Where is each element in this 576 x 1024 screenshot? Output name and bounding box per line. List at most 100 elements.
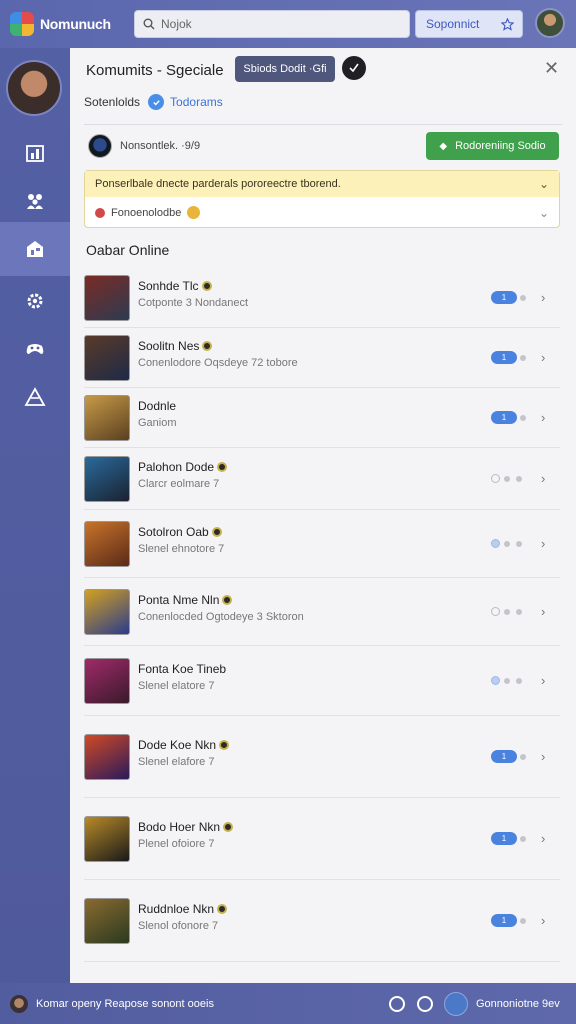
list-item-subtitle: Conenlodore Oqsdeye 72 tobore [138,357,298,369]
panel-title: Komumits - Sgeciale [86,62,224,79]
chevron-right-icon[interactable]: › [541,831,545,846]
member-summary: Nonsontlek. ·9/9 [88,134,200,158]
top-action-button[interactable]: Soponnict [415,10,523,38]
chevron-right-icon[interactable]: › [541,673,545,688]
community-panel: Komumits - Sgeciale Sbiods Dodit ·Gfi ✕ … [70,48,576,983]
bottom-status-text: Komar openy Reapose sonont ooeis [36,997,214,1010]
game-badge-icon [217,904,228,914]
member-list: Sonhde Tlc Cotponte 3 Nondanect 1 › Soolitn … [84,268,560,962]
list-item-title: Sotolron Oab [138,525,222,539]
sidebar-item-explore[interactable] [0,370,70,424]
list-item[interactable]: Soolitn Nes Conenlodore Oqsdeye 72 tobore… [84,328,560,388]
sidebar-item-games[interactable] [0,322,70,376]
list-item[interactable]: Ponta Nme Nln Conenlocded Ogtodeye 3 Skto… [84,578,560,646]
game-badge-icon [219,740,230,750]
list-item-subtitle: Slenel ehnotore 7 [138,543,225,555]
app-name: Nomunuch [40,16,111,32]
status-dot [520,355,526,361]
bottom-bar: Komar openy Reapose sonont ooeis Gonnoni… [0,983,576,1024]
panel-sublink[interactable]: Todorams [170,95,223,109]
chevron-right-icon[interactable]: › [541,749,545,764]
list-item-title: Palohon Dode [138,460,228,474]
panel-pill-button[interactable]: Sbiods Dodit ·Gfi [235,56,335,82]
profile-avatar[interactable] [6,60,62,116]
list-item[interactable]: Ruddnloe Nkn Slenol ofonore 7 1 › [84,880,560,962]
list-item-thumbnail [84,395,130,441]
chevron-right-icon[interactable]: › [541,536,545,551]
bottom-right-text: Gonnoniotne 9ev [476,997,560,1010]
search-input[interactable] [161,17,401,31]
notice-text: Ponserlbale dnecte parderals pororeectre… [95,178,341,190]
chevron-down-icon[interactable]: ⌄ [539,206,549,220]
chevron-right-icon[interactable]: › [541,290,545,305]
count-badge: 1 [491,411,517,424]
chevron-right-icon[interactable]: › [541,471,545,486]
list-item-title: Bodo Hoer Nkn [138,820,234,834]
list-item[interactable]: Sotolron Oab Slenel ehnotore 7 › [84,510,560,578]
list-item[interactable]: Palohon Dode Clarcr eolmare 7 › [84,448,560,510]
join-button[interactable]: ◆ Rodoreniing Sodio [426,132,559,160]
list-item-subtitle: Ganiom [138,417,177,429]
bottom-avatar[interactable] [10,994,28,1013]
list-item[interactable]: Dode Koe Nkn Slenel elafore 7 1 › [84,716,560,798]
count-badge: 1 [491,351,517,364]
triangle-icon [24,387,46,406]
chevron-right-icon[interactable]: › [541,350,545,365]
list-item-thumbnail [84,589,130,635]
sidebar-item-community[interactable] [0,222,70,276]
list-item-thumbnail [84,734,130,780]
alert-icon [95,207,105,218]
list-item-subtitle: Slenel elatore 7 [138,680,215,692]
app-brand[interactable]: Nomunuch [0,12,130,36]
edit-icon[interactable] [417,996,433,1012]
list-item[interactable]: Dodnle Ganiom 1 › [84,388,560,448]
top-bar: Nomunuch Soponnict [0,0,576,48]
list-item-name: Dodnle [138,399,177,413]
game-badge-icon [222,595,233,605]
status-ring [491,539,500,548]
user-avatar[interactable] [535,8,565,38]
list-item-subtitle: Conenlocded Ogtodeye 3 Sktoron [138,611,304,623]
status-ring [491,474,500,483]
list-item-thumbnail [84,521,130,567]
chevron-right-icon[interactable]: › [541,913,545,928]
list-item-thumbnail [84,898,130,944]
close-icon[interactable]: ✕ [544,58,559,79]
chevron-right-icon[interactable]: › [541,410,545,425]
list-item-name: Bodo Hoer Nkn [138,820,221,834]
game-badge-icon [217,462,228,472]
list-item[interactable]: Bodo Hoer Nkn Plenel ofoiore 7 1 › [84,798,560,880]
panel-mark-icon[interactable] [342,56,366,80]
people-icon [27,194,43,209]
status-dot [520,918,526,924]
list-item[interactable]: Fonta Koe Tineb Slenel elatore 7 › [84,646,560,716]
list-item-name: Dode Koe Nkn [138,738,217,752]
sidebar-item-stats[interactable] [0,126,70,180]
divider [84,124,562,125]
search-box[interactable] [134,10,410,38]
notice-detail[interactable]: Fonoenolodbe ⌄ [85,197,559,228]
status-dot [504,609,510,615]
status-circle-icon[interactable] [444,992,468,1016]
chevron-down-icon[interactable]: ⌄ [539,177,549,191]
list-item-name: Sonhde Tlc [138,279,199,293]
sidebar [0,48,70,983]
chevron-right-icon[interactable]: › [541,604,545,619]
gamepad-icon [26,344,44,354]
section-title: Oabar Online [86,242,170,258]
sidebar-item-settings[interactable] [0,274,70,328]
status-dot [516,476,522,482]
status-ring [491,607,500,616]
list-item-title: Dodnle [138,399,176,413]
smile-icon [187,206,201,219]
list-item-thumbnail [84,335,130,381]
sidebar-item-friends[interactable] [0,174,70,228]
notice-header[interactable]: Ponserlbale dnecte parderals pororeectre… [85,171,559,197]
help-icon[interactable] [389,996,405,1012]
panel-subtitle: Sotenlolds [84,95,141,109]
list-item-name: Soolitn Nes [138,339,200,353]
list-item[interactable]: Sonhde Tlc Cotponte 3 Nondanect 1 › [84,268,560,328]
list-item-name: Fonta Koe Tineb [138,662,227,676]
community-icon [27,241,43,257]
game-badge-icon [223,822,234,832]
